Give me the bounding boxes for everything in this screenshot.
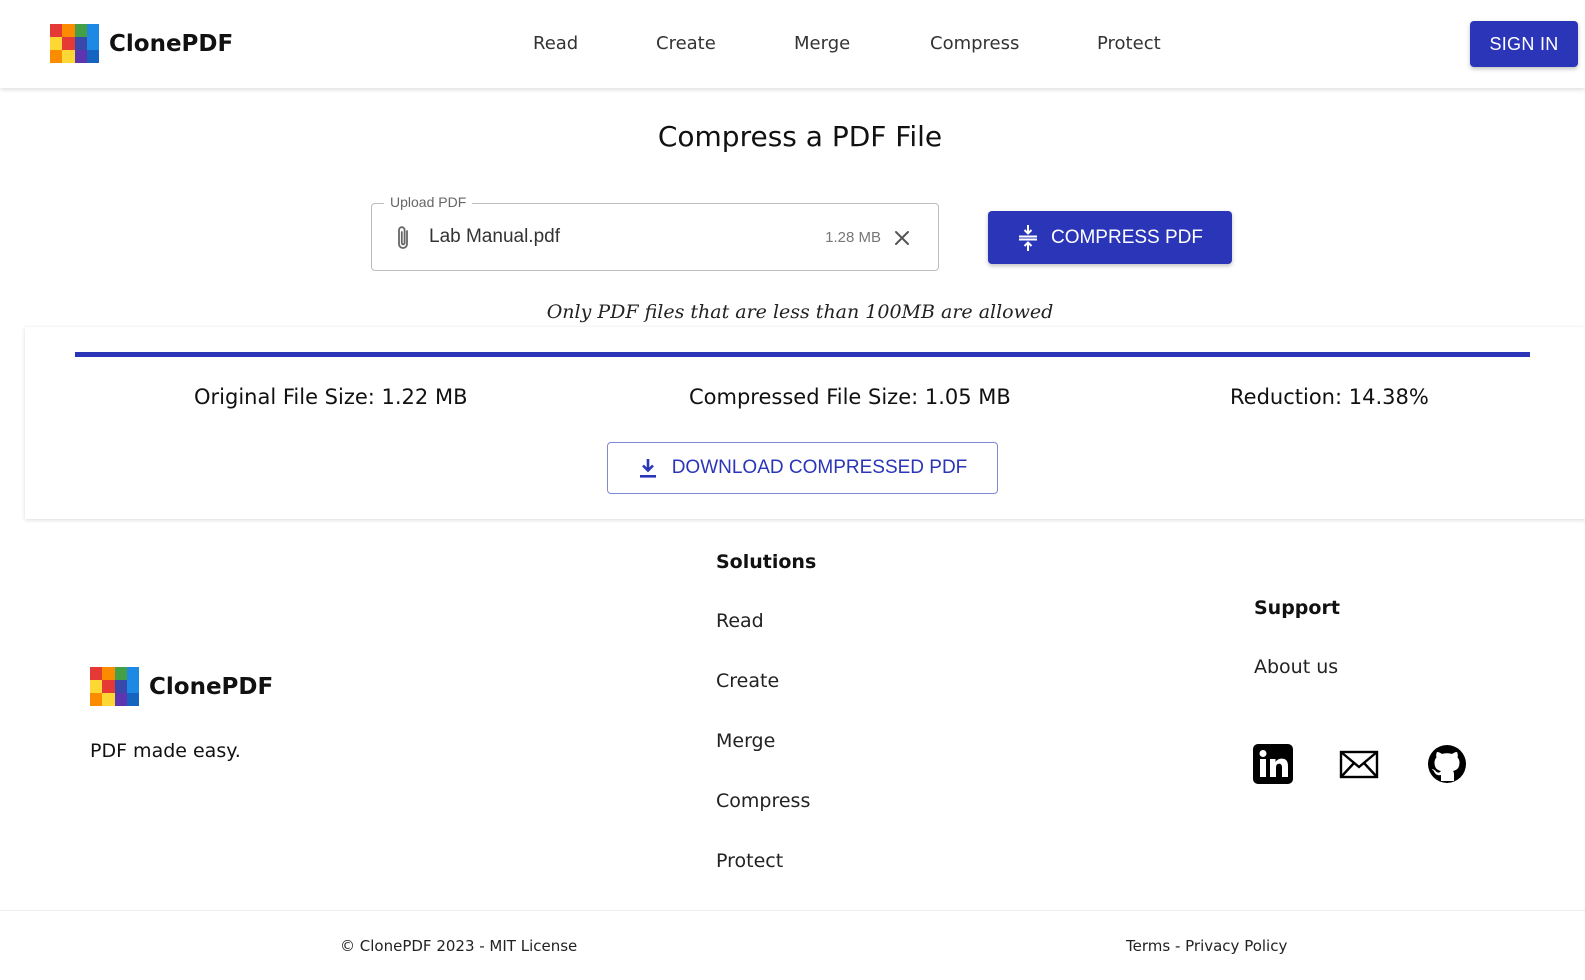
sign-in-button[interactable]: SIGN IN (1470, 21, 1578, 67)
upload-pdf-field[interactable]: Upload PDF Lab Manual.pdf 1.28 MB (371, 194, 939, 271)
copyright-text: © ClonePDF 2023 - MIT License (340, 937, 578, 955)
file-size-note: Only PDF files that are less than 100MB … (546, 301, 1054, 323)
logo-tile (114, 667, 127, 680)
logo-tile (102, 693, 115, 706)
logo-tile (114, 680, 127, 693)
compress-pdf-button[interactable]: COMPRESS PDF (988, 211, 1232, 264)
mail-icon[interactable] (1339, 744, 1379, 784)
original-file-size: Original File Size: 1.22 MB (194, 385, 468, 409)
nav-item-merge[interactable]: Merge (794, 33, 850, 54)
logo-tile (114, 693, 127, 706)
uploaded-file-size: 1.28 MB (825, 229, 881, 246)
footer-logo[interactable]: ClonePDF (90, 667, 273, 706)
upload-field-label: Upload PDF (384, 194, 473, 210)
progress-bar-fill (75, 352, 1530, 357)
nav-item-compress[interactable]: Compress (930, 33, 1019, 54)
top-app-bar: ClonePDF Read Create Merge Compress Prot… (0, 0, 1585, 88)
support-heading: Support (1254, 597, 1340, 619)
logo-icon (90, 667, 139, 706)
github-icon[interactable] (1427, 744, 1467, 784)
nav-item-protect[interactable]: Protect (1097, 33, 1161, 54)
compressed-file-size: Compressed File Size: 1.05 MB (689, 385, 1011, 409)
page-title: Compress a PDF File (657, 120, 943, 153)
linkedin-icon[interactable] (1253, 744, 1293, 784)
download-icon (639, 459, 656, 478)
logo-tile (90, 667, 103, 680)
terms-privacy-links[interactable]: Terms - Privacy Policy (1126, 937, 1287, 955)
paperclip-icon (398, 226, 408, 249)
footer-link-read[interactable]: Read (716, 610, 764, 632)
logo-tile (102, 667, 115, 680)
nav-item-read[interactable]: Read (533, 33, 578, 54)
solutions-heading: Solutions (716, 551, 817, 573)
compress-icon (1018, 224, 1037, 251)
logo-tile (126, 680, 139, 693)
main-nav: Read Create Merge Compress Protect (0, 33, 1585, 57)
footer-bottom-bar: © ClonePDF 2023 - MIT License Terms - Pr… (0, 910, 1585, 980)
uploaded-file-name: Lab Manual.pdf (429, 226, 560, 247)
compress-pdf-label: COMPRESS PDF (1050, 226, 1204, 248)
footer-link-protect[interactable]: Protect (716, 850, 783, 872)
footer-link-compress[interactable]: Compress (716, 790, 810, 812)
download-compressed-pdf-button[interactable]: DOWNLOAD COMPRESSED PDF (607, 442, 998, 494)
logo-tile (102, 680, 115, 693)
compression-result-card: Original File Size: 1.22 MB Compressed F… (25, 327, 1585, 519)
progress-bar (75, 352, 1530, 357)
footer-link-create[interactable]: Create (716, 670, 779, 692)
footer-link-about-us[interactable]: About us (1254, 656, 1338, 678)
close-icon[interactable] (892, 228, 912, 248)
footer-link-merge[interactable]: Merge (716, 730, 775, 752)
nav-item-create[interactable]: Create (656, 33, 716, 54)
logo-tile (90, 693, 103, 706)
logo-tile (126, 693, 139, 706)
logo-tile (126, 667, 139, 680)
tagline: PDF made easy. (90, 740, 241, 762)
download-label: DOWNLOAD COMPRESSED PDF (671, 457, 968, 478)
logo-tile (90, 680, 103, 693)
footer-brand-name: ClonePDF (149, 673, 274, 700)
reduction-percentage: Reduction: 14.38% (1230, 385, 1429, 409)
